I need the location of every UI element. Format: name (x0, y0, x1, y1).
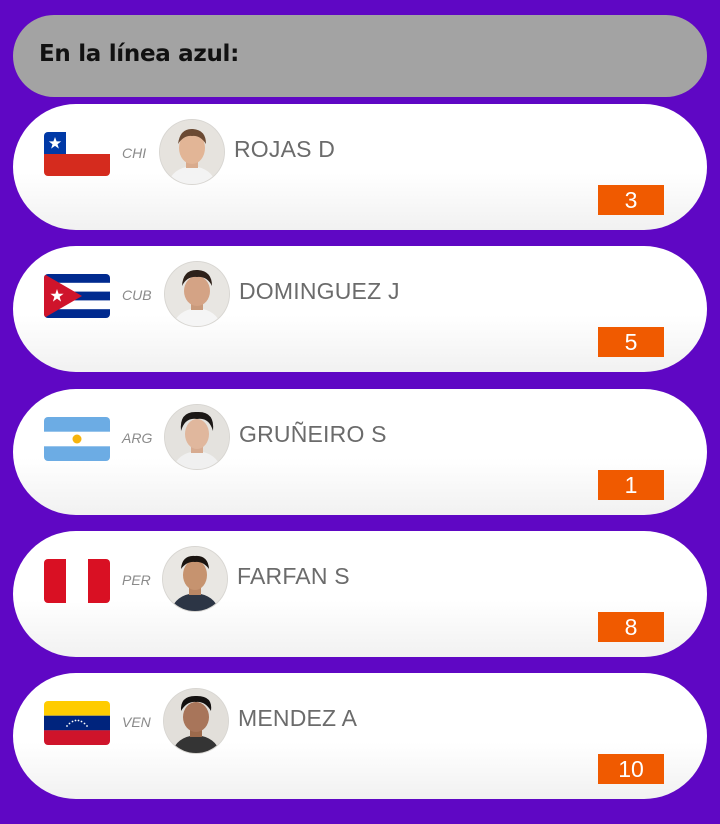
player-name: MENDEZ A (238, 705, 358, 731)
lineup-header: En la línea azul: (13, 15, 707, 97)
score-badge: 10 (598, 754, 664, 784)
country-code: CUB (122, 287, 152, 303)
player-card[interactable]: ARG GRUÑEIRO S 1 (13, 389, 707, 515)
country-code: ARG (122, 430, 153, 446)
player-card[interactable]: CHI ROJAS D 3 (13, 104, 707, 230)
player-card[interactable]: VEN MENDEZ A 10 (13, 673, 707, 799)
venezuela-flag-icon (44, 701, 110, 745)
country-code: VEN (122, 714, 151, 730)
cuba-flag-icon (44, 274, 110, 318)
player-avatar (164, 689, 228, 753)
player-name: ROJAS D (234, 136, 336, 162)
country-code: PER (122, 572, 151, 588)
peru-flag-icon (44, 559, 110, 603)
player-name: FARFAN S (237, 563, 350, 589)
score-badge: 8 (598, 612, 664, 642)
country-code: CHI (122, 145, 147, 161)
player-card[interactable]: CUB DOMINGUEZ J 5 (13, 246, 707, 372)
player-avatar (160, 120, 224, 184)
player-card[interactable]: PER FARFAN S 8 (13, 531, 707, 657)
score-badge: 1 (598, 470, 664, 500)
chile-flag-icon (44, 132, 110, 176)
player-avatar (165, 405, 229, 469)
player-avatar (165, 262, 229, 326)
score-badge: 3 (598, 185, 664, 215)
argentina-flag-icon (44, 417, 110, 461)
player-name: DOMINGUEZ J (239, 278, 400, 304)
header-title: En la línea azul: (39, 41, 240, 67)
player-name: GRUÑEIRO S (239, 421, 387, 447)
player-avatar (163, 547, 227, 611)
score-badge: 5 (598, 327, 664, 357)
